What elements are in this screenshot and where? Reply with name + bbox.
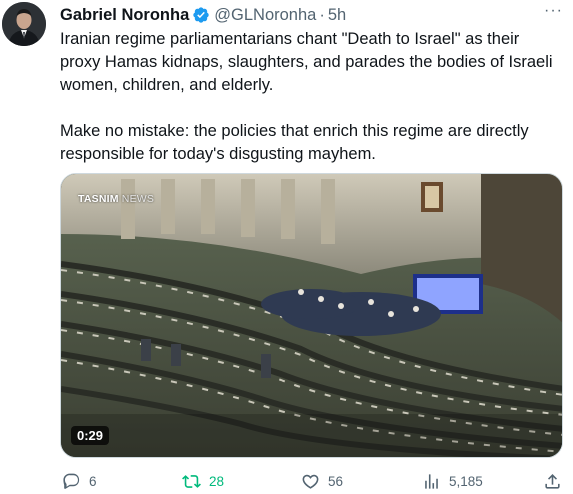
separator-dot: ·	[319, 5, 325, 24]
reply-icon	[63, 473, 80, 489]
tweet-paragraph: Make no mistake: the policies that enric…	[60, 122, 529, 163]
author-name[interactable]: Gabriel Noronha	[60, 6, 189, 25]
author-handle[interactable]: @GLNoronha	[214, 6, 316, 25]
view-count: 5,185	[449, 473, 483, 489]
tweet-header: Gabriel Noronha @GLNoronha · 5h ···	[60, 2, 563, 26]
like-icon	[302, 474, 319, 489]
channel-watermark: TASNIM NEWS	[78, 193, 154, 205]
verified-badge-icon	[192, 6, 210, 24]
views-icon	[425, 473, 438, 489]
more-icon[interactable]: ···	[544, 2, 563, 20]
tweet-text: Iranian regime parliamentarians chant "D…	[60, 28, 560, 166]
action-bar: 6 28 56 5,185	[60, 470, 563, 494]
retweet-count: 28	[209, 473, 225, 489]
like-count: 56	[328, 473, 344, 489]
like-button[interactable]: 56	[301, 470, 343, 492]
tweet[interactable]: Gabriel Noronha @GLNoronha · 5h ··· Iran…	[0, 0, 573, 494]
retweet-button[interactable]: 28	[182, 470, 224, 492]
share-button[interactable]	[543, 470, 570, 492]
video-thumbnail	[61, 174, 562, 457]
video-player[interactable]: TASNIM NEWS 0:29	[60, 173, 563, 458]
reply-count: 6	[89, 473, 97, 489]
video-duration: 0:29	[71, 426, 110, 445]
reply-button[interactable]: 6	[62, 470, 97, 492]
retweet-icon	[182, 474, 201, 488]
share-icon	[545, 473, 560, 489]
views-button[interactable]: 5,185	[422, 470, 483, 492]
tweet-paragraph: Iranian regime parliamentarians chant "D…	[60, 30, 553, 94]
watermark-secondary: NEWS	[121, 193, 155, 205]
timestamp[interactable]: 5h	[328, 6, 346, 25]
watermark-primary: TASNIM	[78, 193, 119, 205]
avatar[interactable]	[2, 2, 46, 46]
